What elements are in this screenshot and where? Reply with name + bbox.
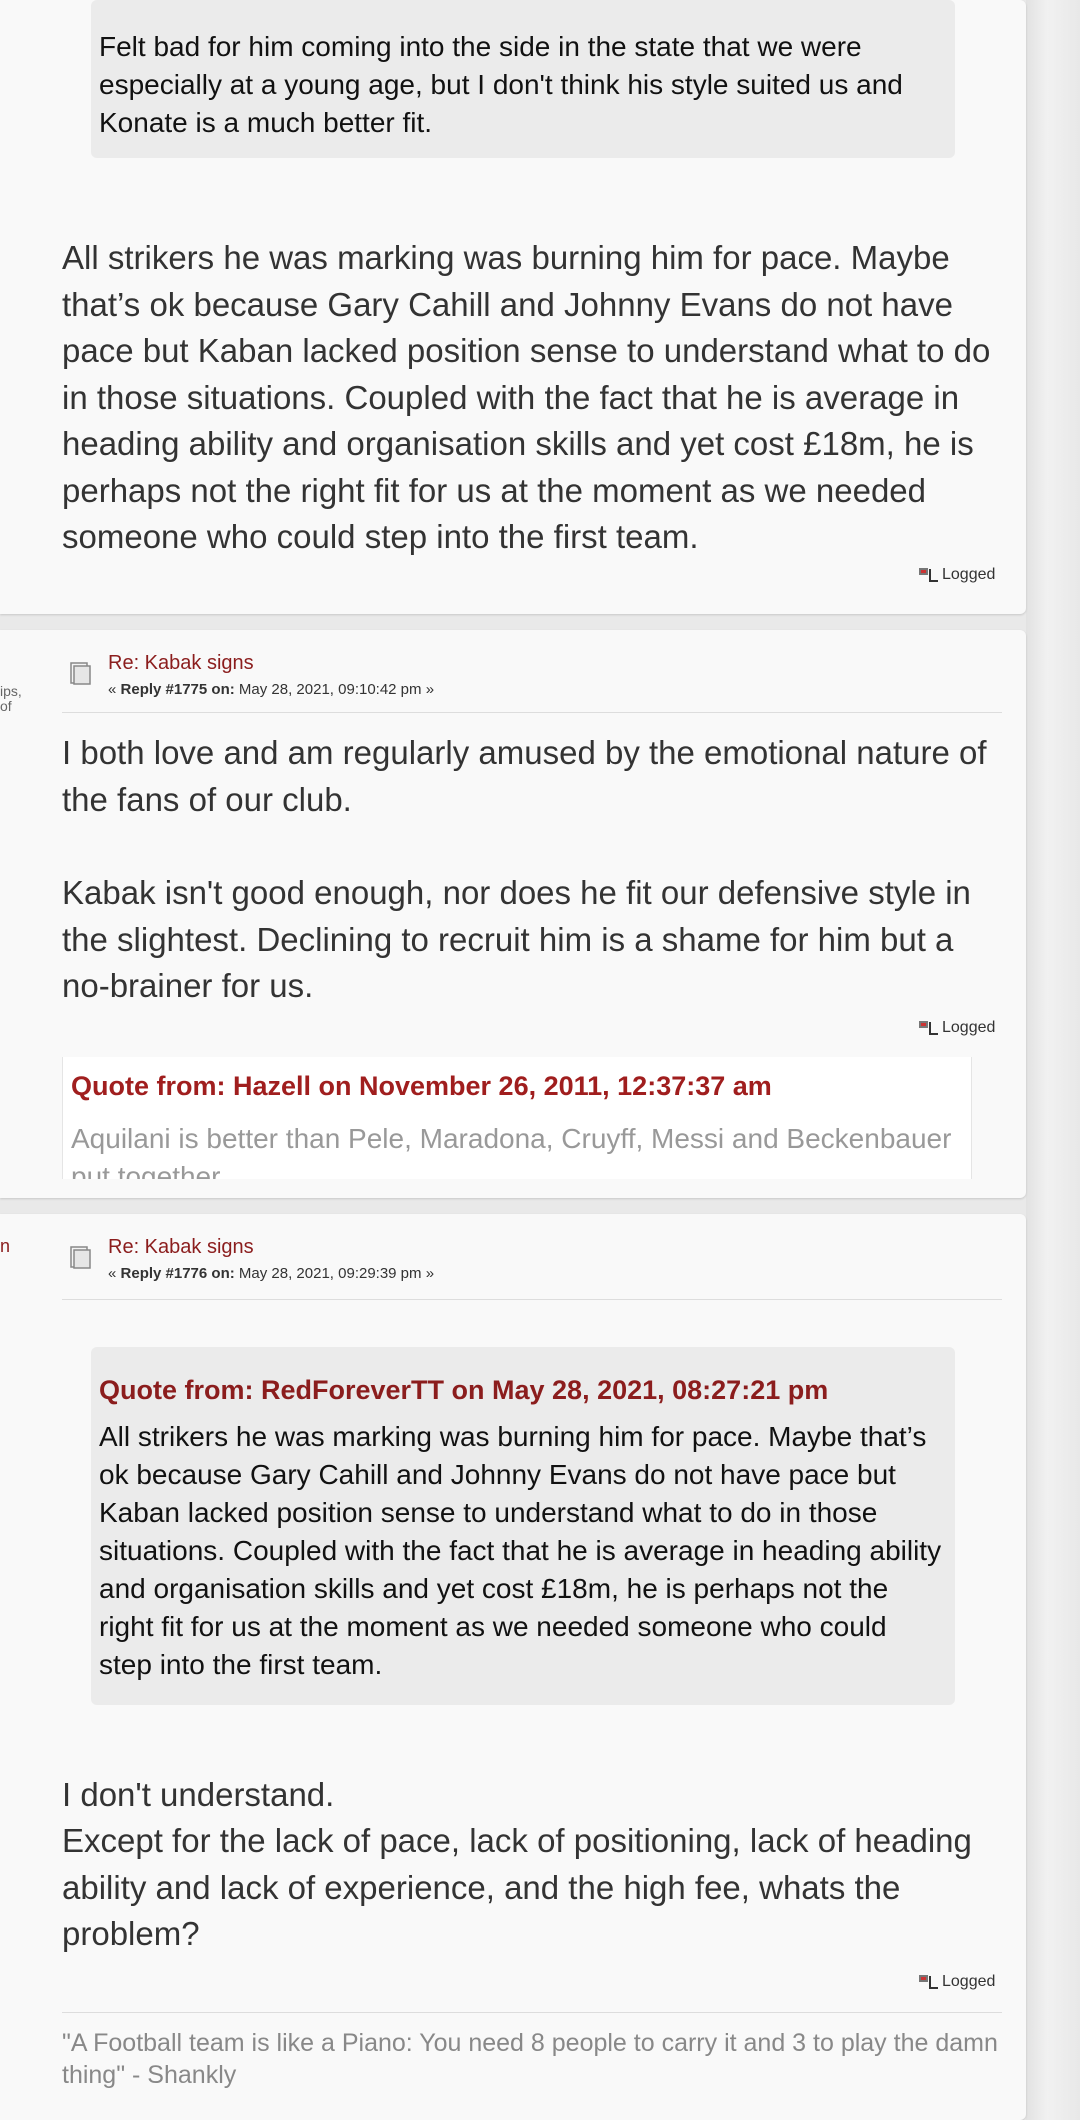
reply-number[interactable]: Reply #1775 on: <box>121 681 235 698</box>
post-2: ips, of Re: Kabak signs « Reply #1775 on… <box>0 630 1026 1198</box>
header-divider <box>62 712 1002 713</box>
logged-indicator: Logged <box>918 1972 995 1992</box>
post-body-paragraph: I both love and am regularly amused by t… <box>62 734 987 818</box>
ip-logged-icon <box>918 1018 940 1038</box>
post-body-line: I don't understand. <box>62 1776 335 1813</box>
post-body-paragraph: Kabak isn't good enough, nor does he fit… <box>62 874 971 1004</box>
page-scroll-margin <box>1026 0 1080 2120</box>
quote-block: Quote from: RedForeverTT on May 28, 2021… <box>91 1347 955 1705</box>
post-body-line: Except for the lack of pace, lack of pos… <box>62 1822 972 1952</box>
logged-label: Logged <box>942 1019 996 1036</box>
ip-logged-icon <box>918 1972 940 1992</box>
quote-block: Felt bad for him coming into the side in… <box>91 0 955 158</box>
signature-text: "A Football team is like a Piano: You ne… <box>62 2029 998 2089</box>
reply-number[interactable]: Reply #1776 on: <box>121 1265 235 1282</box>
signature-quote: Quote from: Hazell on November 26, 2011,… <box>62 1057 972 1179</box>
post-meta: « Reply #1775 on: May 28, 2021, 09:10:42… <box>108 681 435 698</box>
signature-quote-text: Aquilani is better than Pele, Maradona, … <box>71 1123 952 1179</box>
post-body: All strikers he was marking was burning … <box>62 239 991 555</box>
header-divider <box>62 1299 1002 1300</box>
signature-divider <box>62 2012 1002 2013</box>
logged-indicator: Logged <box>918 1018 995 1038</box>
quote-text: All strikers he was marking was burning … <box>99 1421 942 1680</box>
post-subject-link[interactable]: Re: Kabak signs <box>108 1236 254 1259</box>
document-icon <box>67 660 93 686</box>
post-meta: « Reply #1776 on: May 28, 2021, 09:29:39… <box>108 1265 435 1282</box>
ip-logged-icon <box>918 565 940 585</box>
post-subject-link[interactable]: Re: Kabak signs <box>108 652 254 675</box>
document-icon <box>67 1244 93 1270</box>
logged-indicator: Logged <box>918 565 995 585</box>
post-1: Felt bad for him coming into the side in… <box>0 0 1026 614</box>
poster-name-fragment[interactable]: n <box>0 1236 10 1257</box>
logged-label: Logged <box>942 566 996 583</box>
poster-info-fragment: ips, of <box>0 683 22 714</box>
logged-label: Logged <box>942 1973 996 1990</box>
post-3: n Re: Kabak signs « Reply #1776 on: May … <box>0 1214 1026 2120</box>
quote-text: Felt bad for him coming into the side in… <box>99 31 903 138</box>
quote-header: Quote from: RedForeverTT on May 28, 2021… <box>99 1375 829 1405</box>
signature-quote-header: Quote from: Hazell on November 26, 2011,… <box>71 1071 772 1101</box>
